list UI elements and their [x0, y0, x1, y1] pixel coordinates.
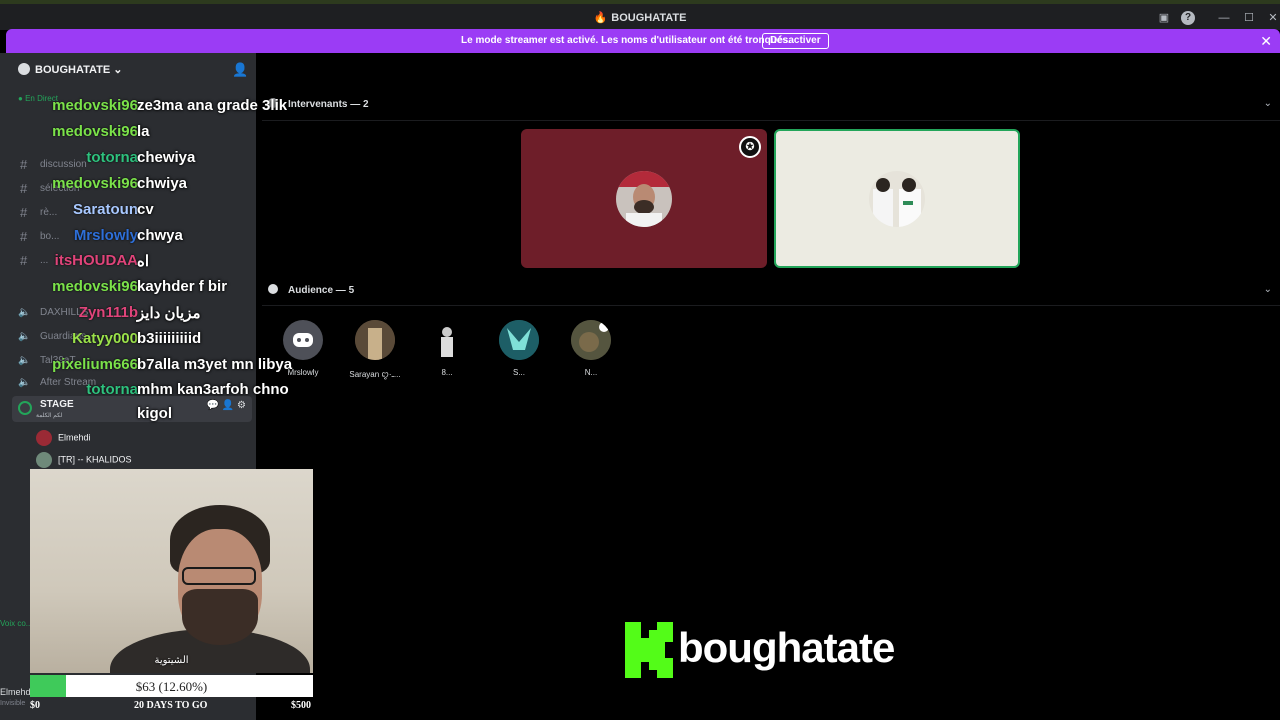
help-icon[interactable]: ?	[1181, 11, 1195, 25]
audience-member[interactable]: N...	[561, 320, 621, 377]
banner-message: Le mode streamer est activé. Les noms d'…	[461, 35, 791, 46]
server-flame-icon: 🔥	[593, 12, 608, 24]
title-bar: 🔥 BOUGHATATE ▣ ? — ☐ ✕	[0, 0, 1280, 30]
speaker-tile-speaking[interactable]	[774, 129, 1020, 268]
speaker-avatar	[869, 170, 925, 227]
chat-message: Mrslowly chwya	[73, 227, 183, 244]
avatar	[499, 320, 539, 360]
chat-message: totorna chewiya	[86, 149, 196, 166]
minimize-button[interactable]: —	[1217, 11, 1231, 25]
close-window-button[interactable]: ✕	[1266, 11, 1280, 25]
chat-message: medovski96 ze3ma ana grade 3lik	[52, 97, 288, 114]
chat-message: medovski96 kayhder f bir	[52, 278, 228, 295]
avatar	[571, 320, 611, 360]
chevron-down-icon[interactable]: ⌄	[1264, 284, 1272, 295]
chat-message: Saratoun cv	[72, 201, 154, 218]
footer-status: Invisible	[0, 700, 26, 707]
audience-member[interactable]: 8...	[417, 320, 477, 377]
chat-message: kigol	[137, 405, 173, 422]
audience-member[interactable]: Sarayan ꨄ·ـ...	[345, 320, 405, 380]
goal-start: $0	[30, 700, 40, 711]
chat-message: Katyy000 b3iiiiiiiiid	[72, 330, 202, 347]
webcam-caption: الشيتوية	[154, 655, 189, 666]
window-title: 🔥 BOUGHATATE	[593, 12, 687, 24]
voice-connected-label: Voix co...	[0, 619, 33, 628]
chevron-down-icon[interactable]: ⌄	[1264, 98, 1272, 109]
chat-message: pixelium666 b7alla m3yet mn libya	[52, 356, 293, 373]
kick-logo-icon	[625, 622, 673, 678]
close-banner-icon[interactable]: ✕	[1260, 33, 1272, 50]
goal-target: $500	[291, 700, 311, 711]
webcam-feed: الشيتوية	[30, 469, 313, 673]
speaker-avatar	[616, 170, 672, 227]
chat-message: totorna mhm kan3arfoh chno	[86, 381, 289, 398]
stage-member[interactable]: [TR] -- KHALIDOS	[36, 452, 132, 470]
disable-streamer-mode-button[interactable]: Désactiver	[762, 33, 829, 49]
add-member-icon[interactable]: 👤	[232, 62, 248, 78]
chat-message: itsHOUDAA اه	[54, 252, 150, 270]
server-icon	[18, 63, 30, 75]
footer-username[interactable]: Elmehdi	[0, 687, 33, 697]
maximize-button[interactable]: ☐	[1242, 11, 1256, 25]
avatar	[355, 320, 395, 360]
chat-message: medovski96 la	[52, 123, 150, 140]
divider	[262, 120, 1280, 121]
brand-name: boughatate	[678, 624, 895, 671]
chat-message: medovski96 chwiya	[52, 175, 188, 192]
server-header[interactable]: BOUGHATATE ⌄	[18, 63, 122, 76]
avatar	[36, 452, 52, 468]
stage-member[interactable]: Elmehdi	[36, 430, 91, 448]
moderator-badge-icon: ✪	[739, 136, 761, 158]
divider	[262, 305, 1280, 306]
streamer-mode-banner: Le mode streamer est activé. Les noms d'…	[6, 29, 1280, 53]
avatar	[36, 430, 52, 446]
chat-message: Zyn111b مزيان دايز	[78, 304, 201, 322]
audience-member[interactable]: S...	[489, 320, 549, 377]
avatar	[427, 320, 467, 360]
goal-countdown: 20 DAYS TO GO	[134, 700, 208, 711]
speaker-tile[interactable]: ✪	[521, 129, 767, 268]
screen-share-icon[interactable]: ▣	[1157, 11, 1171, 25]
donation-goal-bar: $63 (12.60%)	[30, 675, 313, 697]
goal-text: $63 (12.60%)	[135, 679, 208, 694]
